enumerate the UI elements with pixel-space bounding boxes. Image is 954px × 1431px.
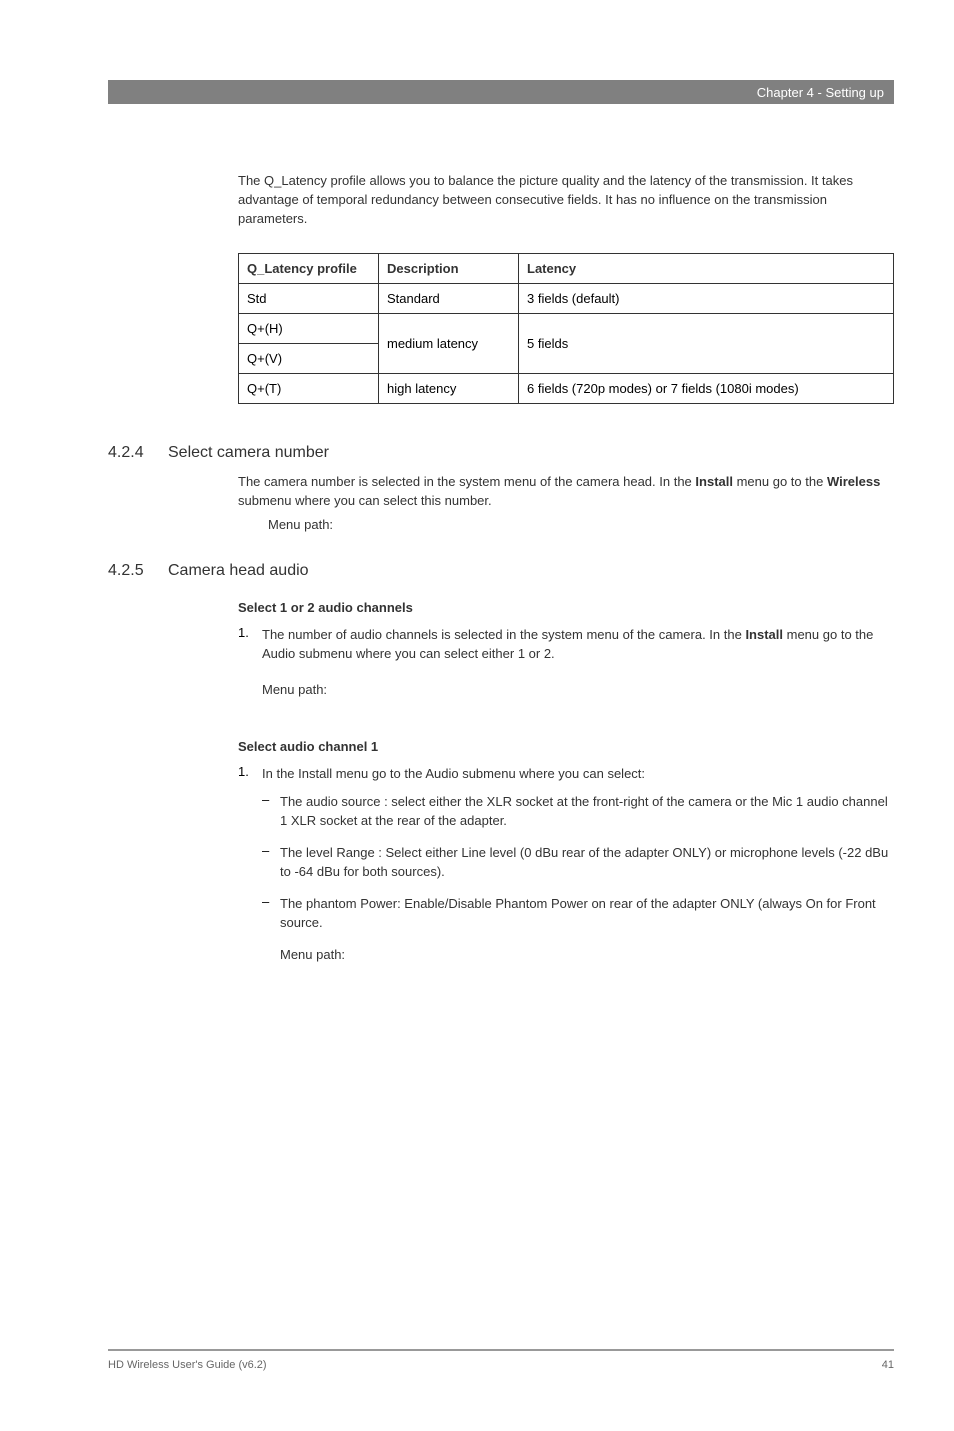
table-row: Std Standard 3 fields (default)	[239, 283, 894, 313]
subsection-title: Select audio channel 1	[238, 739, 894, 754]
cell-profile: Q+(T)	[239, 373, 379, 403]
numbered-item: 1. In the Install menu go to the Audio s…	[238, 764, 894, 784]
th-description: Description	[379, 253, 519, 283]
cell-description: medium latency	[379, 313, 519, 373]
th-profile: Q_Latency profile	[239, 253, 379, 283]
cell-profile: Q+(V)	[239, 343, 379, 373]
text-span: submenu where you can select this number…	[238, 493, 492, 508]
section-number: 4.2.4	[108, 444, 168, 462]
menu-path-label: Menu path:	[280, 947, 894, 962]
section-425: 4.2.5 Camera head audio Select 1 or 2 au…	[238, 562, 894, 962]
section-heading-row: 4.2.5 Camera head audio	[108, 562, 894, 580]
page-footer: HD Wireless User's Guide (v6.2) 41	[108, 1349, 894, 1371]
cell-description: Standard	[379, 283, 519, 313]
cell-latency: 5 fields	[519, 313, 894, 373]
item-content: The number of audio channels is selected…	[262, 625, 894, 720]
section-title: Select camera number	[168, 444, 329, 462]
cell-description: high latency	[379, 373, 519, 403]
bold-text: Install	[745, 627, 783, 642]
text-span: The camera number is selected in the sys…	[238, 474, 695, 489]
cell-profile: Std	[239, 283, 379, 313]
bullet-item: – The audio source : select either the X…	[262, 792, 894, 831]
subsection-title: Select 1 or 2 audio channels	[238, 600, 894, 615]
page-header: Chapter 4 - Setting up	[108, 80, 894, 104]
section-body: The camera number is selected in the sys…	[238, 472, 894, 511]
cell-latency: 6 fields (720p modes) or 7 fields (1080i…	[519, 373, 894, 403]
section-424: 4.2.4 Select camera number The camera nu…	[238, 444, 894, 532]
text-span: The number of audio channels is selected…	[262, 627, 745, 642]
bold-text: Install	[695, 474, 733, 489]
bold-text: Wireless	[827, 474, 880, 489]
page-content: The Q_Latency profile allows you to bala…	[238, 172, 894, 962]
cell-latency: 3 fields (default)	[519, 283, 894, 313]
bullet-dash: –	[262, 894, 280, 933]
bullet-item: – The level Range : Select either Line l…	[262, 843, 894, 882]
bullet-content: The audio source : select either the XLR…	[280, 792, 894, 831]
footer-page-number: 41	[882, 1359, 894, 1371]
footer-left: HD Wireless User's Guide (v6.2)	[108, 1359, 267, 1371]
text-span: menu go to the	[733, 474, 827, 489]
menu-path-label: Menu path:	[268, 517, 894, 532]
item-content: In the Install menu go to the Audio subm…	[262, 764, 894, 784]
intro-paragraph: The Q_Latency profile allows you to bala…	[238, 172, 894, 229]
bullet-dash: –	[262, 792, 280, 831]
numbered-item: 1. The number of audio channels is selec…	[238, 625, 894, 720]
menu-path-label: Menu path:	[262, 680, 894, 700]
table-header-row: Q_Latency profile Description Latency	[239, 253, 894, 283]
table-row: Q+(H) medium latency 5 fields	[239, 313, 894, 343]
cell-profile: Q+(H)	[239, 313, 379, 343]
latency-table: Q_Latency profile Description Latency St…	[238, 253, 894, 404]
table-row: Q+(T) high latency 6 fields (720p modes)…	[239, 373, 894, 403]
item-number: 1.	[238, 764, 262, 784]
bullet-item: – The phantom Power: Enable/Disable Phan…	[262, 894, 894, 933]
th-latency: Latency	[519, 253, 894, 283]
section-number: 4.2.5	[108, 562, 168, 580]
chapter-label: Chapter 4 - Setting up	[757, 85, 884, 100]
section-heading-row: 4.2.4 Select camera number	[108, 444, 894, 462]
bullet-content: The level Range : Select either Line lev…	[280, 843, 894, 882]
bullet-dash: –	[262, 843, 280, 882]
section-title: Camera head audio	[168, 562, 309, 580]
bullet-content: The phantom Power: Enable/Disable Phanto…	[280, 894, 894, 933]
item-number: 1.	[238, 625, 262, 720]
